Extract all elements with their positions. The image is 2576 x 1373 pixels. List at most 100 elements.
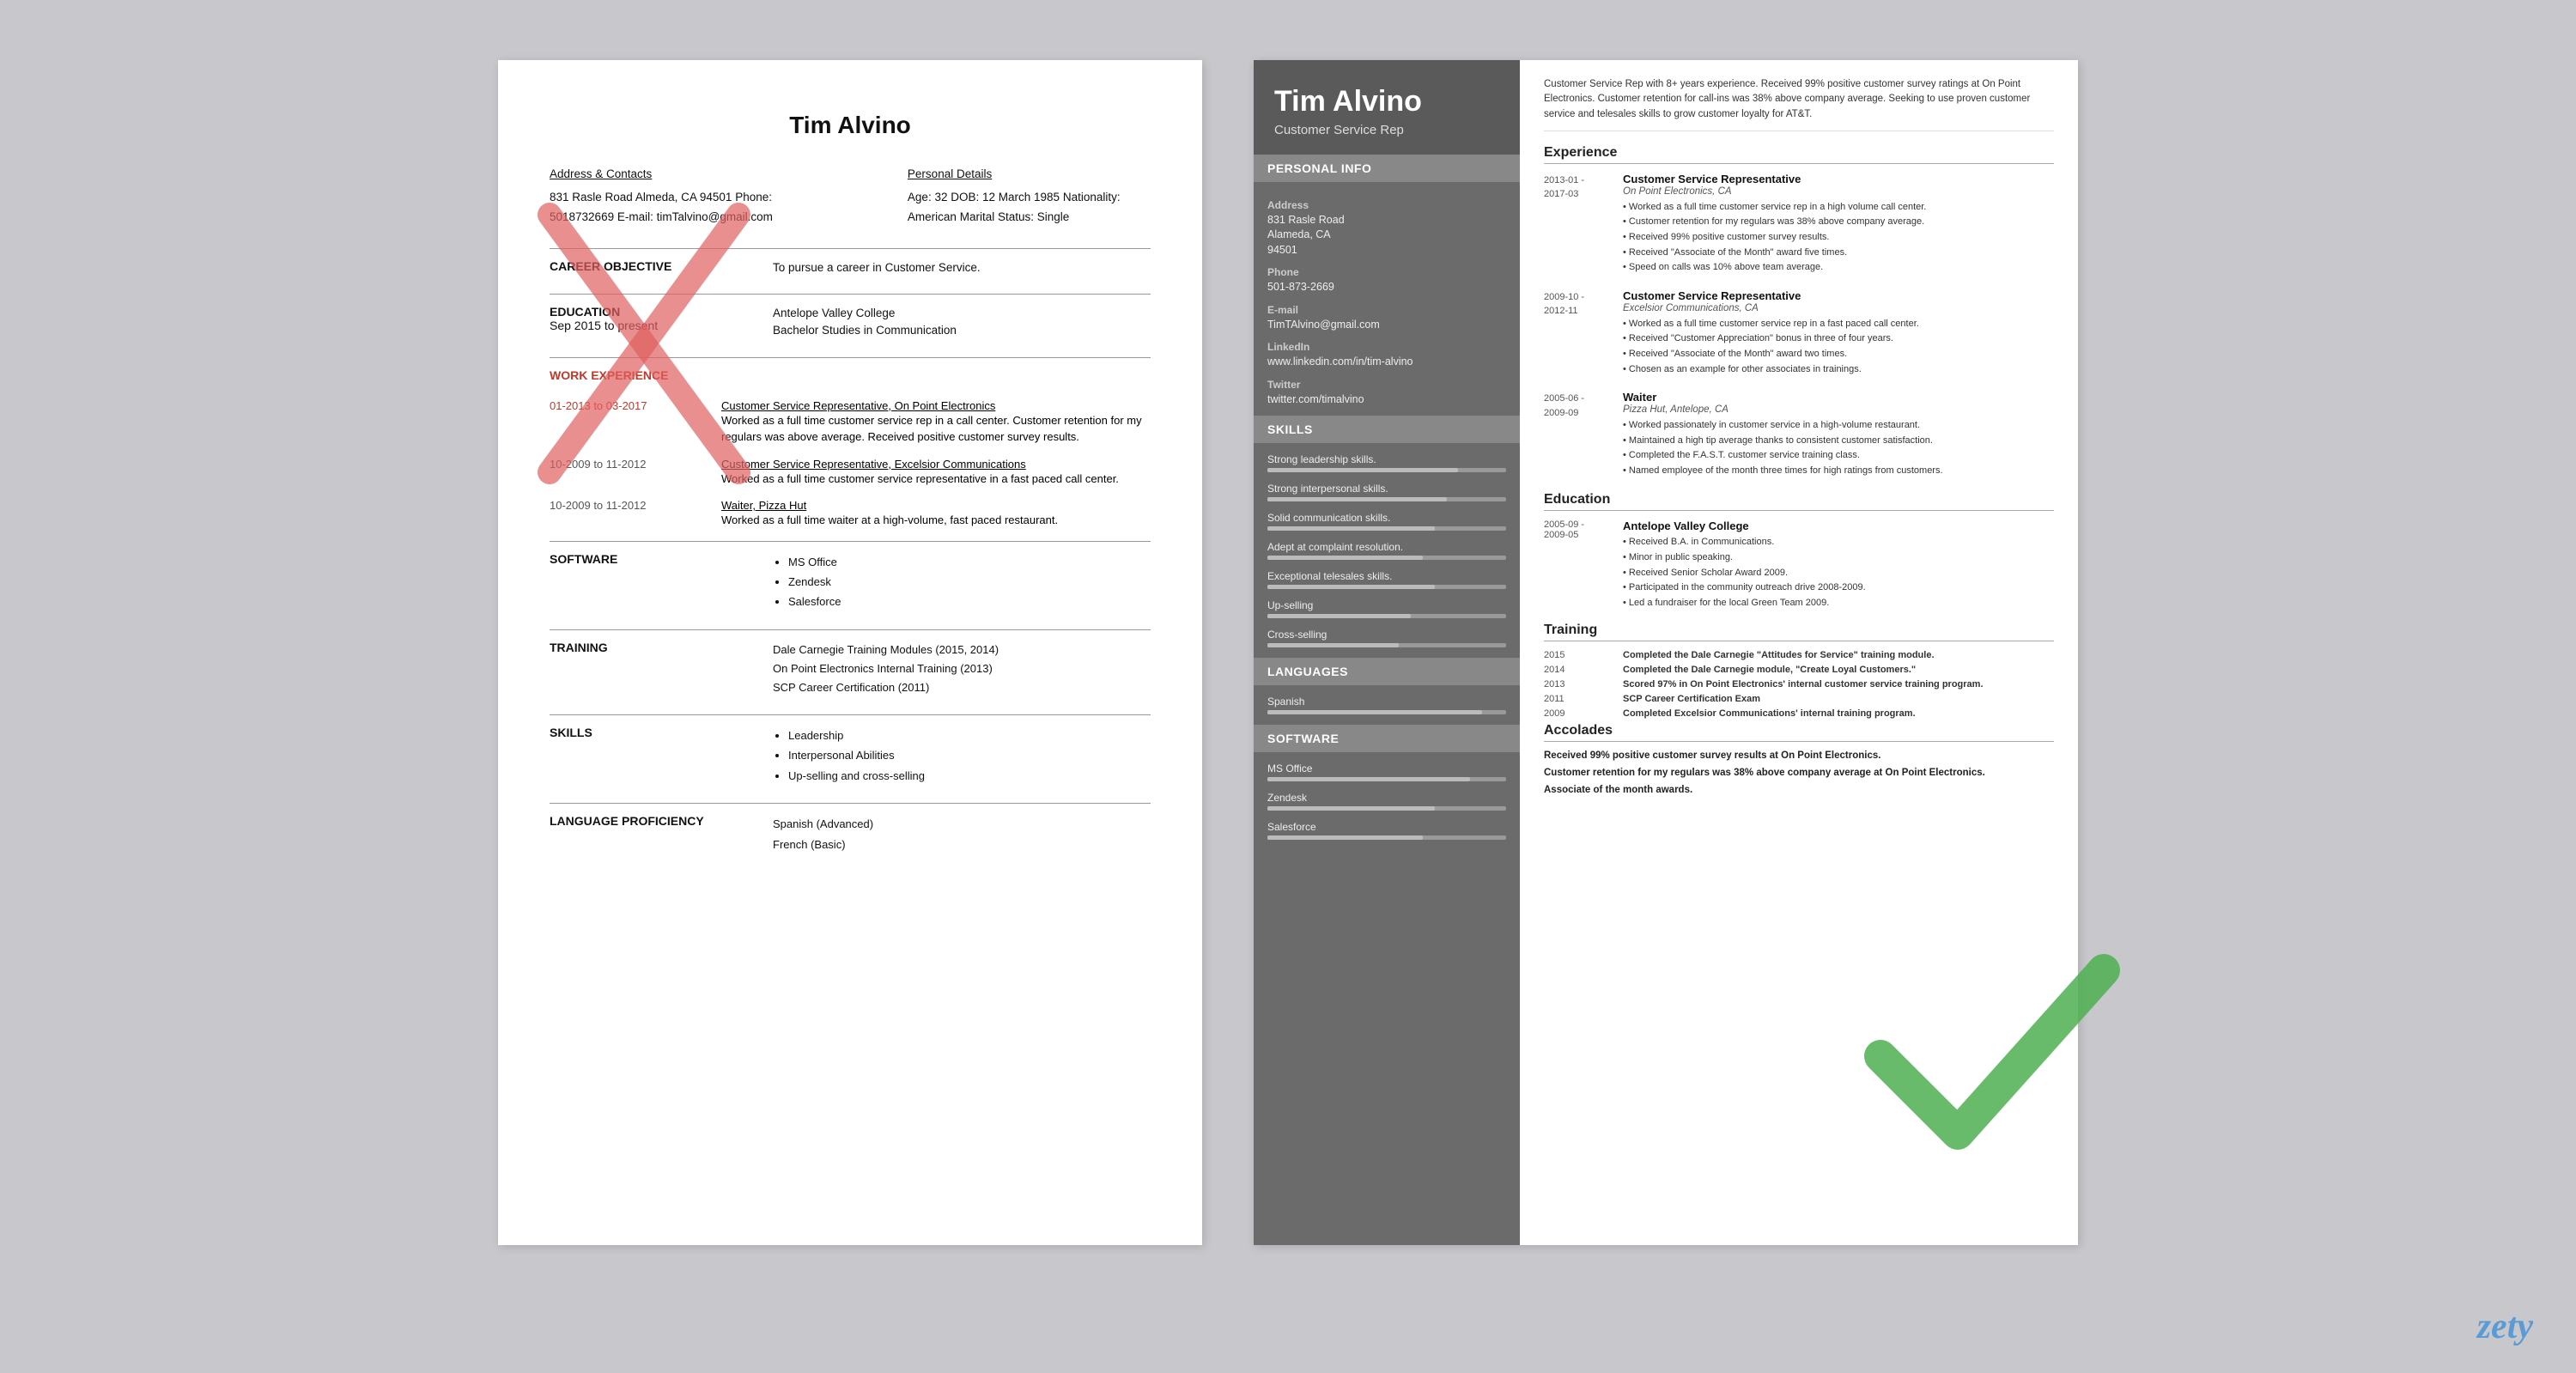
training-item-4: 2011 SCP Career Certification Exam: [1544, 694, 2054, 704]
career-objective-section: CAREER OBJECTIVE To pursue a career in C…: [550, 259, 1151, 276]
work-exp-label: WORK EXPERIENCE: [550, 368, 668, 382]
x-mark-overlay: [524, 189, 764, 498]
software-item-3: Salesforce: [788, 592, 1151, 611]
work-exp-item-3: 10-2009 to 11-2012 Waiter, Pizza Hut Wor…: [550, 499, 1151, 529]
pd-age: Age: 32: [908, 191, 948, 204]
skills-list: Leadership Interpersonal Abilities Up-se…: [773, 726, 1151, 786]
exp-company-1: On Point Electronics, CA: [1623, 186, 2054, 197]
skill-row-7: Cross-selling: [1254, 623, 1520, 653]
skills-title: Skills: [1254, 416, 1520, 443]
divider7: [550, 803, 1151, 804]
career-objective-text: To pursue a career in Customer Service.: [773, 259, 1151, 276]
skill-row-6: Up-selling: [1254, 594, 1520, 623]
left-resume: Tim Alvino Address & Contacts 831 Rasle …: [498, 60, 1202, 1245]
exp-bullets-2: Worked as a full time customer service r…: [1623, 317, 2054, 377]
languages-bars: Spanish: [1254, 685, 1520, 725]
exp-item-2: 2009-10 -2012-11 Customer Service Repres…: [1544, 289, 2054, 377]
email-field-label: E-mail: [1267, 304, 1506, 316]
twitter-field-label: Twitter: [1267, 379, 1506, 391]
training-item-5: 2009 Completed Excelsior Communications'…: [1544, 708, 2054, 719]
training-section-title: Training: [1544, 623, 2054, 641]
education-label: EDUCATION: [550, 305, 620, 319]
accolade-2: Customer retention for my regulars was 3…: [1544, 768, 2054, 778]
skills-bars: Strong leadership skills. Strong interpe…: [1254, 443, 1520, 658]
accolade-3: Associate of the month awards.: [1544, 785, 2054, 795]
twitter-field-value: twitter.com/timalvino: [1267, 392, 1506, 408]
languages-title: Languages: [1254, 658, 1520, 685]
education-dates: Sep 2015 to present: [550, 319, 658, 332]
sidebar: Tim Alvino Customer Service Rep Personal…: [1254, 60, 1520, 1245]
summary-text: Customer Service Rep with 8+ years exper…: [1544, 77, 2054, 131]
skill-1: Leadership: [788, 726, 1151, 745]
address-field-value: 831 Rasle RoadAlameda, CA94501: [1267, 213, 1506, 258]
software-row-2: Zendesk: [1254, 787, 1520, 816]
work-desc-3: Worked as a full time waiter at a high-v…: [721, 512, 1151, 529]
skill-row-1: Strong leadership skills.: [1254, 448, 1520, 477]
work-desc-2: Worked as a full time customer service r…: [721, 471, 1151, 488]
skill-2: Interpersonal Abilities: [788, 745, 1151, 765]
personal-info-block: Address 831 Rasle RoadAlameda, CA94501 P…: [1254, 182, 1520, 416]
exp-bullets-1: Worked as a full time customer service r…: [1623, 200, 2054, 276]
address-right: Personal Details Age: 32 DOB: 12 March 1…: [908, 165, 1151, 228]
training-item-2: 2014 Completed the Dale Carnegie module,…: [1544, 665, 2054, 675]
training-item-3: 2013 Scored 97% in On Point Electronics'…: [1544, 679, 2054, 690]
address-label: Address & Contacts: [550, 165, 839, 185]
work-dates-3: 10-2009 to 11-2012: [550, 499, 704, 529]
software-title: Software: [1254, 725, 1520, 752]
exp-company-3: Pizza Hut, Antelope, CA: [1623, 404, 2054, 415]
sidebar-header: Tim Alvino Customer Service Rep: [1254, 60, 1520, 155]
software-bars: MS Office Zendesk Salesforce: [1254, 752, 1520, 850]
skill-3: Up-selling and cross-selling: [788, 766, 1151, 786]
language-section: LANGUAGE PROFICIENCY Spanish (Advanced) …: [550, 814, 1151, 854]
sidebar-subtitle: Customer Service Rep: [1274, 123, 1499, 137]
address-line1: 831 Rasle Road: [550, 191, 633, 204]
phone-field-label: Phone: [1267, 266, 1506, 278]
education-school: Antelope Valley College: [773, 305, 1151, 322]
pd-marital: Marital Status: Single: [960, 210, 1070, 223]
divider5: [550, 629, 1151, 630]
address-block: Address & Contacts 831 Rasle Road Almeda…: [550, 165, 1151, 228]
skills-label: SKILLS: [550, 726, 592, 739]
linkedin-field-label: LinkedIn: [1267, 341, 1506, 353]
exp-company-2: Excelsior Communications, CA: [1623, 303, 2054, 313]
skill-row-2: Strong interpersonal skills.: [1254, 477, 1520, 507]
address-email: E-mail: timTalvino@gmail.com: [617, 210, 773, 223]
divider2: [550, 294, 1151, 295]
training-item-1: 2015 Completed the Dale Carnegie "Attitu…: [1544, 650, 2054, 660]
email-field-value: TimTAlvino@gmail.com: [1267, 318, 1506, 333]
exp-item-1: 2013-01 -2017-03 Customer Service Repres…: [1544, 173, 2054, 276]
work-title-2: Customer Service Representative, Excelsi…: [721, 458, 1151, 471]
training-label: TRAINING: [550, 641, 608, 654]
edu-bullets-1: Received B.A. in Communications. Minor i…: [1623, 535, 2054, 611]
software-item-2: Zendesk: [788, 572, 1151, 592]
skill-row-3: Solid communication skills.: [1254, 507, 1520, 536]
address-line2: Almeda, CA 94501: [635, 191, 732, 204]
personal-info-title: Personal Info: [1254, 155, 1520, 182]
software-list: MS Office Zendesk Salesforce: [773, 552, 1151, 612]
exp-item-3: 2005-06 -2009-09 Waiter Pizza Hut, Antel…: [1544, 391, 2054, 478]
work-exp-item-2: 10-2009 to 11-2012 Customer Service Repr…: [550, 458, 1151, 488]
accolades-section-title: Accolades: [1544, 723, 2054, 742]
sidebar-name: Tim Alvino: [1274, 84, 1499, 119]
divider1: [550, 248, 1151, 249]
exp-title-3: Waiter: [1623, 391, 2054, 404]
skill-row-5: Exceptional telesales skills.: [1254, 565, 1520, 594]
work-exp-item-1: 01-2013 to 03-2017 Customer Service Repr…: [550, 399, 1151, 446]
language-label: LANGUAGE PROFICIENCY: [550, 814, 704, 828]
accolade-1: Received 99% positive customer survey re…: [1544, 750, 2054, 761]
software-label: SOFTWARE: [550, 552, 617, 566]
lang-row-1: Spanish: [1254, 690, 1520, 720]
pd-dob: DOB: 12 March 1985: [951, 191, 1060, 204]
left-resume-name: Tim Alvino: [550, 112, 1151, 139]
career-objective-label: CAREER OBJECTIVE: [550, 259, 671, 273]
address-field-label: Address: [1267, 199, 1506, 211]
edu-school-1: Antelope Valley College: [1623, 519, 2054, 532]
skills-section: SKILLS Leadership Interpersonal Abilitie…: [550, 726, 1151, 786]
training-text: Dale Carnegie Training Modules (2015, 20…: [773, 641, 1151, 697]
education-section: EDUCATION Sep 2015 to present Antelope V…: [550, 305, 1151, 340]
language-text: Spanish (Advanced) French (Basic): [773, 814, 1151, 854]
software-section: SOFTWARE MS Office Zendesk Salesforce: [550, 552, 1151, 612]
experience-section-title: Experience: [1544, 145, 2054, 164]
work-exp-section: WORK EXPERIENCE: [550, 368, 1151, 382]
main-content: Customer Service Rep with 8+ years exper…: [1520, 60, 2078, 1245]
